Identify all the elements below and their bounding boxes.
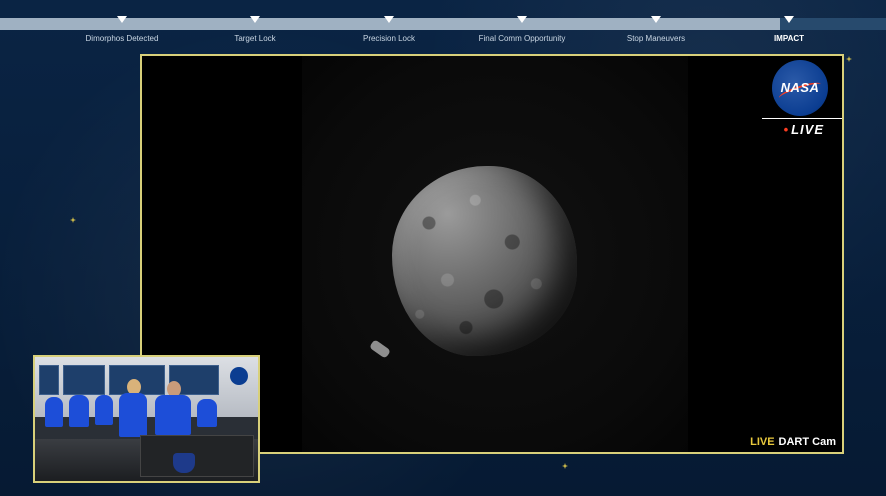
camera-name: DART Cam xyxy=(778,436,836,448)
live-badge-text: LIVE xyxy=(791,122,824,137)
milestone-marker-icon xyxy=(784,16,794,23)
milestone-marker-icon xyxy=(250,16,260,23)
broadcast-page: Dimorphos Detected Target Lock Precision… xyxy=(0,0,886,496)
mission-control-pip xyxy=(33,355,260,483)
milestone-marker-icon xyxy=(517,16,527,23)
milestone-marker-icon xyxy=(651,16,661,23)
nasa-logo: NASA xyxy=(772,60,828,116)
milestone-marker-icon xyxy=(384,16,394,23)
dimorphos-asteroid xyxy=(392,166,577,356)
milestone-label: IMPACT xyxy=(773,34,805,43)
milestone-label: Dimorphos Detected xyxy=(85,34,159,43)
live-dot-icon: • xyxy=(783,122,790,137)
nasa-logo-text: NASA xyxy=(780,80,820,95)
milestone-label: Precision Lock xyxy=(362,34,416,43)
milestone-label: Target Lock xyxy=(234,34,276,43)
live-divider xyxy=(762,118,842,119)
team-member xyxy=(69,395,89,427)
decorative-star-icon xyxy=(70,217,76,223)
mission-timeline: Dimorphos Detected Target Lock Precision… xyxy=(0,0,886,50)
team-member xyxy=(95,395,113,425)
mission-patch-icon xyxy=(173,453,195,473)
wall-monitor xyxy=(63,365,105,395)
milestone-label: Stop Maneuvers xyxy=(626,34,686,43)
nasa-meatball-icon xyxy=(230,367,248,385)
milestone-target-lock: Target Lock xyxy=(195,16,315,43)
milestone-impact: IMPACT xyxy=(729,16,849,43)
team-member xyxy=(155,395,191,435)
milestone-label: Final Comm Opportunity xyxy=(478,34,566,43)
team-member xyxy=(45,397,63,427)
decorative-star-icon xyxy=(562,463,568,469)
milestone-precision-lock: Precision Lock xyxy=(329,16,449,43)
camera-label: LIVE DART Cam xyxy=(750,436,836,448)
camera-live-indicator: LIVE xyxy=(750,436,775,448)
milestone-dimorphos-detected: Dimorphos Detected xyxy=(62,16,182,43)
milestone-marker-icon xyxy=(117,16,127,23)
decorative-star-icon xyxy=(846,56,852,62)
wall-monitor xyxy=(39,365,59,395)
milestone-stop-maneuvers: Stop Maneuvers xyxy=(596,16,716,43)
team-member xyxy=(119,393,147,437)
control-console xyxy=(140,435,254,477)
team-member xyxy=(197,399,217,427)
milestone-final-comm-opportunity: Final Comm Opportunity xyxy=(462,16,582,43)
live-badge: • LIVE xyxy=(784,122,824,137)
